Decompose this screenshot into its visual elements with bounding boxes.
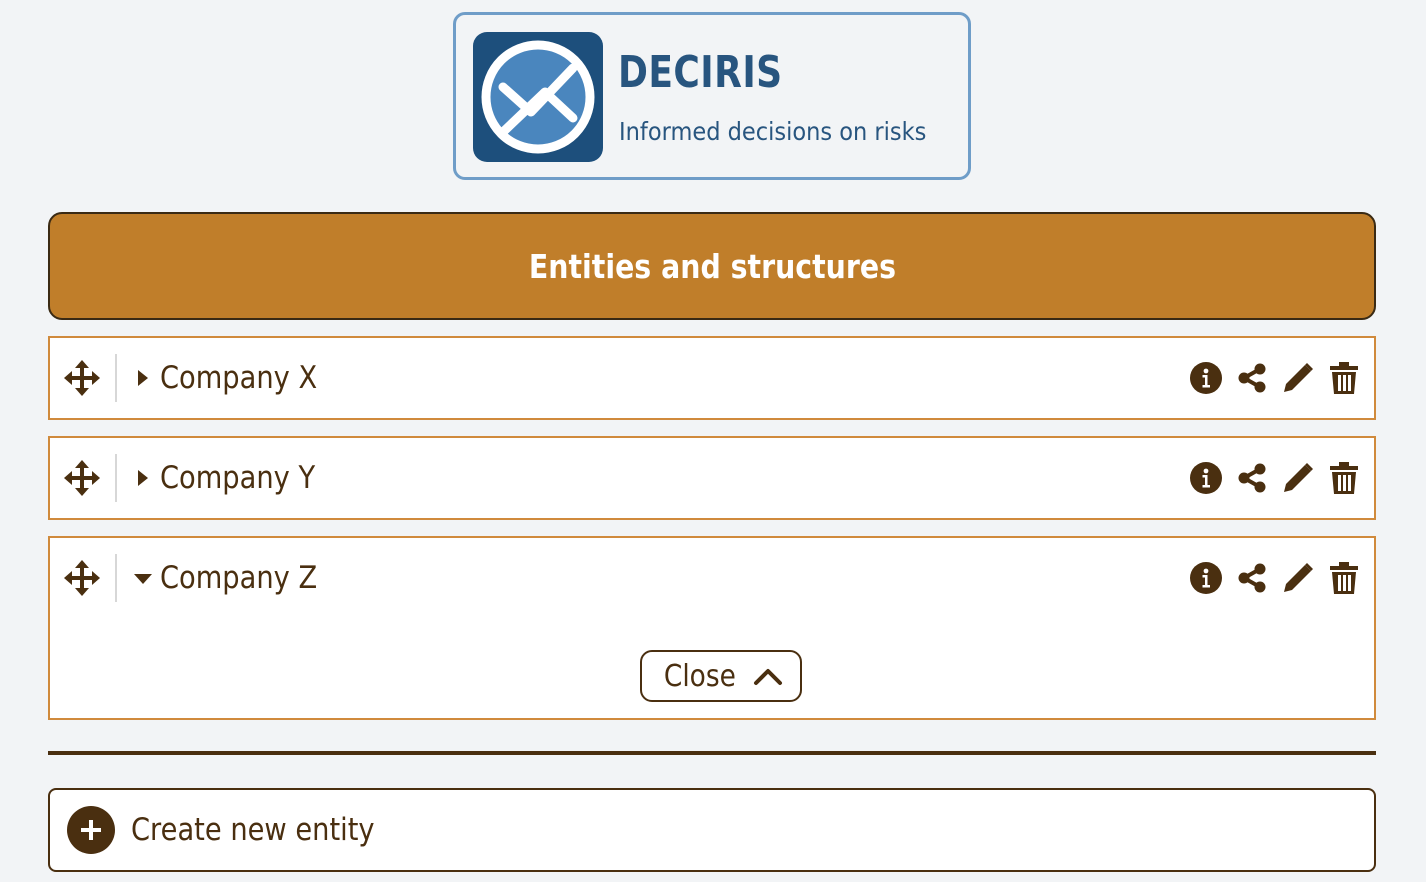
entity-card: Company Z Close	[48, 536, 1376, 720]
edit-icon[interactable]	[1280, 460, 1316, 496]
row-divider	[115, 554, 117, 602]
entity-toggle[interactable]: Company X	[132, 354, 339, 402]
caret-down-icon	[134, 574, 152, 584]
trash-icon[interactable]	[1326, 460, 1362, 496]
chevron-up-icon	[753, 669, 782, 685]
share-icon[interactable]	[1234, 560, 1270, 596]
move-handle-icon[interactable]	[64, 460, 100, 496]
entity-toggle[interactable]: Company Z	[132, 554, 339, 602]
share-icon[interactable]	[1234, 360, 1270, 396]
edit-icon[interactable]	[1280, 360, 1316, 396]
info-icon[interactable]	[1188, 460, 1224, 496]
close-button[interactable]: Close	[640, 650, 802, 702]
entity-name: Company Z	[160, 560, 318, 596]
section-divider	[48, 751, 1376, 755]
brand-name: DECIRIS	[618, 47, 783, 98]
create-entity-label: Create new entity	[131, 812, 375, 848]
edit-icon[interactable]	[1280, 560, 1316, 596]
entity-name: Company X	[160, 360, 318, 396]
trash-icon[interactable]	[1326, 560, 1362, 596]
share-icon[interactable]	[1234, 460, 1270, 496]
close-label: Close	[664, 658, 736, 694]
info-icon[interactable]	[1188, 560, 1224, 596]
caret-right-icon	[138, 470, 148, 486]
row-divider	[115, 354, 117, 402]
info-icon[interactable]	[1188, 360, 1224, 396]
move-handle-icon[interactable]	[64, 560, 100, 596]
entity-toggle[interactable]: Company Y	[132, 454, 336, 502]
create-entity-button[interactable]: Create new entity	[48, 788, 1376, 872]
plus-circle-icon	[67, 806, 115, 854]
entity-card: Company X	[48, 336, 1376, 420]
move-handle-icon[interactable]	[64, 360, 100, 396]
entity-actions	[1188, 460, 1362, 496]
brand-header: DECIRIS Informed decisions on risks	[453, 12, 971, 180]
brand-tagline: Informed decisions on risks	[619, 117, 927, 146]
row-divider	[115, 454, 117, 502]
entity-name: Company Y	[160, 460, 316, 496]
caret-right-icon	[138, 370, 148, 386]
entity-actions	[1188, 360, 1362, 396]
deciris-logo-icon	[473, 32, 603, 162]
entity-actions	[1188, 560, 1362, 596]
entity-card: Company Y	[48, 436, 1376, 520]
section-title: Entities and structures	[528, 246, 896, 286]
section-header: Entities and structures	[48, 212, 1376, 320]
trash-icon[interactable]	[1326, 360, 1362, 396]
